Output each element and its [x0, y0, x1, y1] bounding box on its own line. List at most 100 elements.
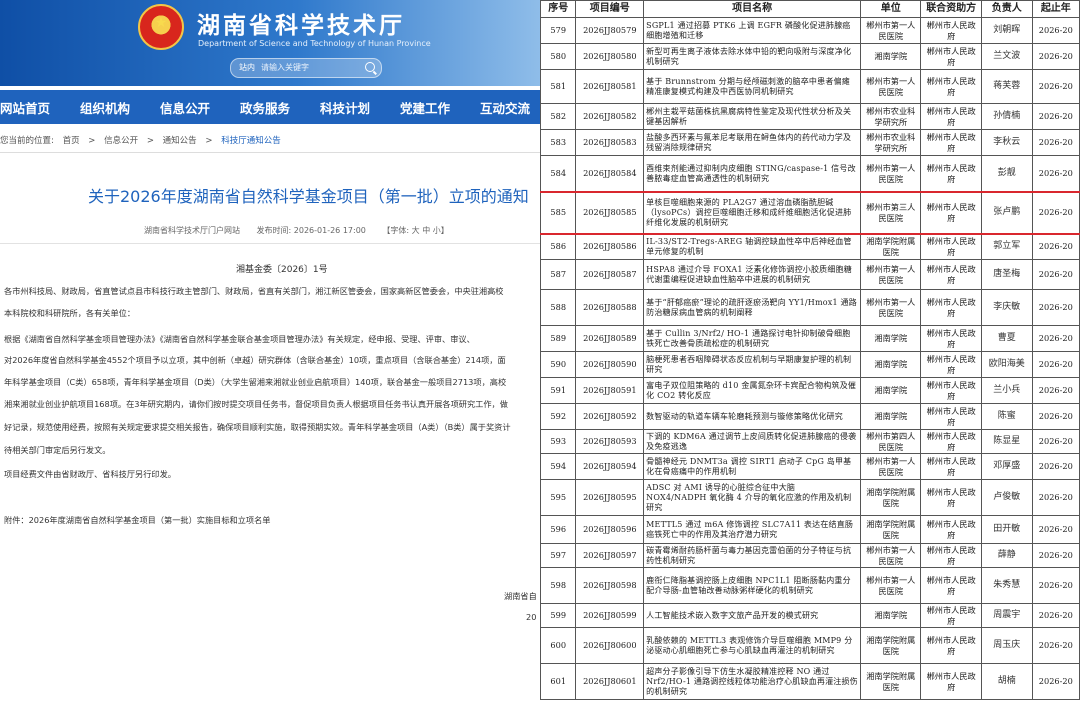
- row-funder: 郴州市人民政府: [920, 43, 982, 70]
- row-no: 586: [540, 233, 577, 260]
- row-leader: 陈蜜: [980, 403, 1033, 430]
- row-funder: 郴州市人民政府: [920, 129, 982, 156]
- col-header-leader: 负责人: [980, 0, 1033, 18]
- row-year: 2026-20: [1031, 233, 1080, 260]
- row-code: 2026JJ80584: [575, 155, 645, 192]
- row-year: 2026-20: [1031, 289, 1080, 326]
- table-row: 585 2026JJ80585 单核巨噬细胞来源的 PLA2G7 通过溶血磷脂酰胆碱…: [540, 191, 1080, 234]
- table-row: 589 2026JJ80589 基于 Cullin 3/Nrf2/ HO-1 通路探…: [540, 325, 1080, 352]
- table-row: 599 2026JJ80599 人工智能技术嵌入数字文旅产品开发的模式研究 湘南学院郴…: [540, 603, 1080, 628]
- meta-date: 发布时间: 2026-01-26 17:00: [256, 226, 366, 235]
- row-no: 589: [540, 325, 577, 352]
- body-paragraph: 湘来湘就业创业护航项目168项。在3年研究期内，请你们按时提交项目任务书，督促项…: [4, 399, 508, 409]
- font-size-switcher[interactable]: 【字体: 大 中 小】: [382, 226, 448, 235]
- row-unit: 郴州市农业科学研究所: [860, 103, 922, 130]
- body-paragraph: 项目经费文件由省财政厅、省科技厅另行印发。: [4, 469, 176, 479]
- row-funder: 郴州市人民政府: [920, 325, 982, 352]
- row-name: SGPL1 通过招募 PTK6 上调 EGFR 磷酸化促进肺腺癌细胞增殖和迁移: [643, 17, 862, 44]
- row-no: 601: [540, 663, 577, 700]
- row-code: 2026JJ80583: [575, 129, 645, 156]
- row-year: 2026-20: [1031, 103, 1080, 130]
- row-funder: 郴州市人民政府: [920, 429, 982, 454]
- row-name: 郴州主栽平菇菌株抗黑腐病特性鉴定及现代性状分析及关键基因解析: [643, 103, 862, 130]
- divider: [0, 152, 540, 153]
- project-list-image: 序号 项目编号 项目名称 单位 联合资助方 负责人 起止年 579 2026JJ8…: [540, 0, 1080, 720]
- nav-party-work[interactable]: 党建工作: [400, 98, 450, 117]
- row-name: IL-33/ST2-Tregs-AREG 轴调控缺血性卒中后神经血管单元修复的机…: [643, 233, 862, 260]
- row-funder: 郴州市人民政府: [920, 453, 982, 480]
- row-code: 2026JJ80598: [575, 567, 645, 604]
- row-year: 2026-20: [1031, 543, 1080, 568]
- row-code: 2026JJ80600: [575, 627, 645, 664]
- nav-gov-service[interactable]: 政务服务: [240, 98, 290, 117]
- row-year: 2026-20: [1031, 69, 1080, 104]
- attachment-link[interactable]: 附件：2026年度湖南省自然科学基金项目（第一批）实施目标和立项名单: [4, 514, 270, 526]
- row-name: 下调的 KDM6A 通过调节上皮间质转化促进肺腺癌的侵袭及免疫逃逸: [643, 429, 862, 454]
- nav-home[interactable]: 网站首页: [0, 98, 50, 117]
- row-code: 2026JJ80590: [575, 351, 645, 378]
- table-row: 581 2026JJ80581 基于 Brunnstrom 分期与经颅磁刺激的脑卒中…: [540, 69, 1080, 104]
- row-leader: 彭靓: [980, 155, 1033, 192]
- breadcrumb-prefix: 您当前的位置:: [0, 136, 54, 146]
- row-funder: 郴州市人民政府: [920, 69, 982, 104]
- col-header-year: 起止年: [1031, 0, 1080, 18]
- row-unit: 郴州市第一人民医院: [860, 453, 922, 480]
- row-funder: 郴州市人民政府: [920, 663, 982, 700]
- row-code: 2026JJ80579: [575, 17, 645, 44]
- table-row: 596 2026JJ80596 METTL5 通过 m6A 修饰调控 SLC7A11…: [540, 515, 1080, 544]
- row-year: 2026-20: [1031, 567, 1080, 604]
- divider: [0, 243, 540, 244]
- breadcrumb-home[interactable]: 首页: [63, 136, 80, 146]
- row-year: 2026-20: [1031, 191, 1080, 234]
- row-unit: 郴州市第三人民医院: [860, 191, 922, 234]
- website-panel: ★ 湖南省科学技术厅 Department of Science and Tec…: [0, 0, 540, 720]
- nav-info-public[interactable]: 信息公开: [160, 98, 210, 117]
- document-title: 关于2026年度湖南省自然科学基金项目（第一批）立项的通知: [88, 187, 529, 206]
- row-name: 数智驱动的轨道车辆车轮磨耗预测与镟修策略优化研究: [643, 403, 862, 430]
- breadcrumb-info-public[interactable]: 信息公开: [104, 136, 138, 146]
- row-funder: 郴州市人民政府: [920, 233, 982, 260]
- row-no: 590: [540, 351, 577, 378]
- body-paragraph: 好记录，规范使用经费，按照有关规定要求提交相关报告，确保项目顺利实施，取得预期实…: [4, 422, 511, 432]
- row-name: 盐酸多西环素与氟苯尼考联用在鲟鱼体内的药代动力学及残留消除规律研究: [643, 129, 862, 156]
- breadcrumb-current[interactable]: 科技厅通知公告: [221, 136, 281, 146]
- table-row: 601 2026JJ80601 超声分子影像引导下仿生水凝胶精准控释 NO 通过 N…: [540, 663, 1080, 700]
- col-header-no: 序号: [540, 0, 577, 18]
- row-leader: 陈显星: [980, 429, 1033, 454]
- row-code: 2026JJ80586: [575, 233, 645, 260]
- table-row: 583 2026JJ80583 盐酸多西环素与氟苯尼考联用在鲟鱼体内的药代动力学及残…: [540, 129, 1080, 156]
- row-unit: 湘南学院附属医院: [860, 233, 922, 260]
- row-leader: 兰小兵: [980, 377, 1033, 404]
- row-funder: 郴州市人民政府: [920, 191, 982, 234]
- row-code: 2026JJ80582: [575, 103, 645, 130]
- nav-organization[interactable]: 组织机构: [80, 98, 130, 117]
- search-box[interactable]: 站内: [230, 58, 382, 78]
- row-no: 583: [540, 129, 577, 156]
- row-code: 2026JJ80580: [575, 43, 645, 70]
- row-leader: 胡楠: [980, 663, 1033, 700]
- row-no: 580: [540, 43, 577, 70]
- search-input[interactable]: [261, 61, 356, 74]
- project-table: 序号 项目编号 项目名称 单位 联合资助方 负责人 起止年 579 2026JJ8…: [540, 0, 1080, 700]
- row-code: 2026JJ80593: [575, 429, 645, 454]
- row-leader: 蒋芙蓉: [980, 69, 1033, 104]
- search-icon[interactable]: [365, 62, 375, 72]
- table-row: 590 2026JJ80590 脑梗死患者吞咽障碍状态反应机制与早期康复护理的机制研…: [540, 351, 1080, 378]
- row-unit: 湘南学院: [860, 43, 922, 70]
- row-name: METTL5 通过 m6A 修饰调控 SLC7A11 表达在结直肠癌铁死亡中的作…: [643, 515, 862, 544]
- row-name: 鹿衔仁降脂基调控肠上皮细胞 NPC1L1 阻断肠黏内重分配介导肠-血管轴改善动脉…: [643, 567, 862, 604]
- breadcrumb-notices[interactable]: 通知公告: [163, 136, 197, 146]
- signature-date: 20: [526, 612, 537, 622]
- nav-interaction[interactable]: 互动交流: [480, 98, 530, 117]
- nav-sci-plan[interactable]: 科技计划: [320, 98, 370, 117]
- row-leader: 周震宇: [980, 603, 1033, 628]
- row-code: 2026JJ80599: [575, 603, 645, 628]
- site-banner: ★ 湖南省科学技术厅 Department of Science and Tec…: [0, 0, 540, 86]
- row-leader: 田开敏: [980, 515, 1033, 544]
- row-funder: 郴州市人民政府: [920, 403, 982, 430]
- table-row: 597 2026JJ80597 碳青霉烯耐药肠杆菌与毒力基因克雷伯菌的分子特征与抗药…: [540, 543, 1080, 568]
- row-name: 脑梗死患者吞咽障碍状态反应机制与早期康复护理的机制研究: [643, 351, 862, 378]
- table-header-row: 序号 项目编号 项目名称 单位 联合资助方 负责人 起止年: [540, 0, 1080, 18]
- row-code: 2026JJ80597: [575, 543, 645, 568]
- row-funder: 郴州市人民政府: [920, 259, 982, 290]
